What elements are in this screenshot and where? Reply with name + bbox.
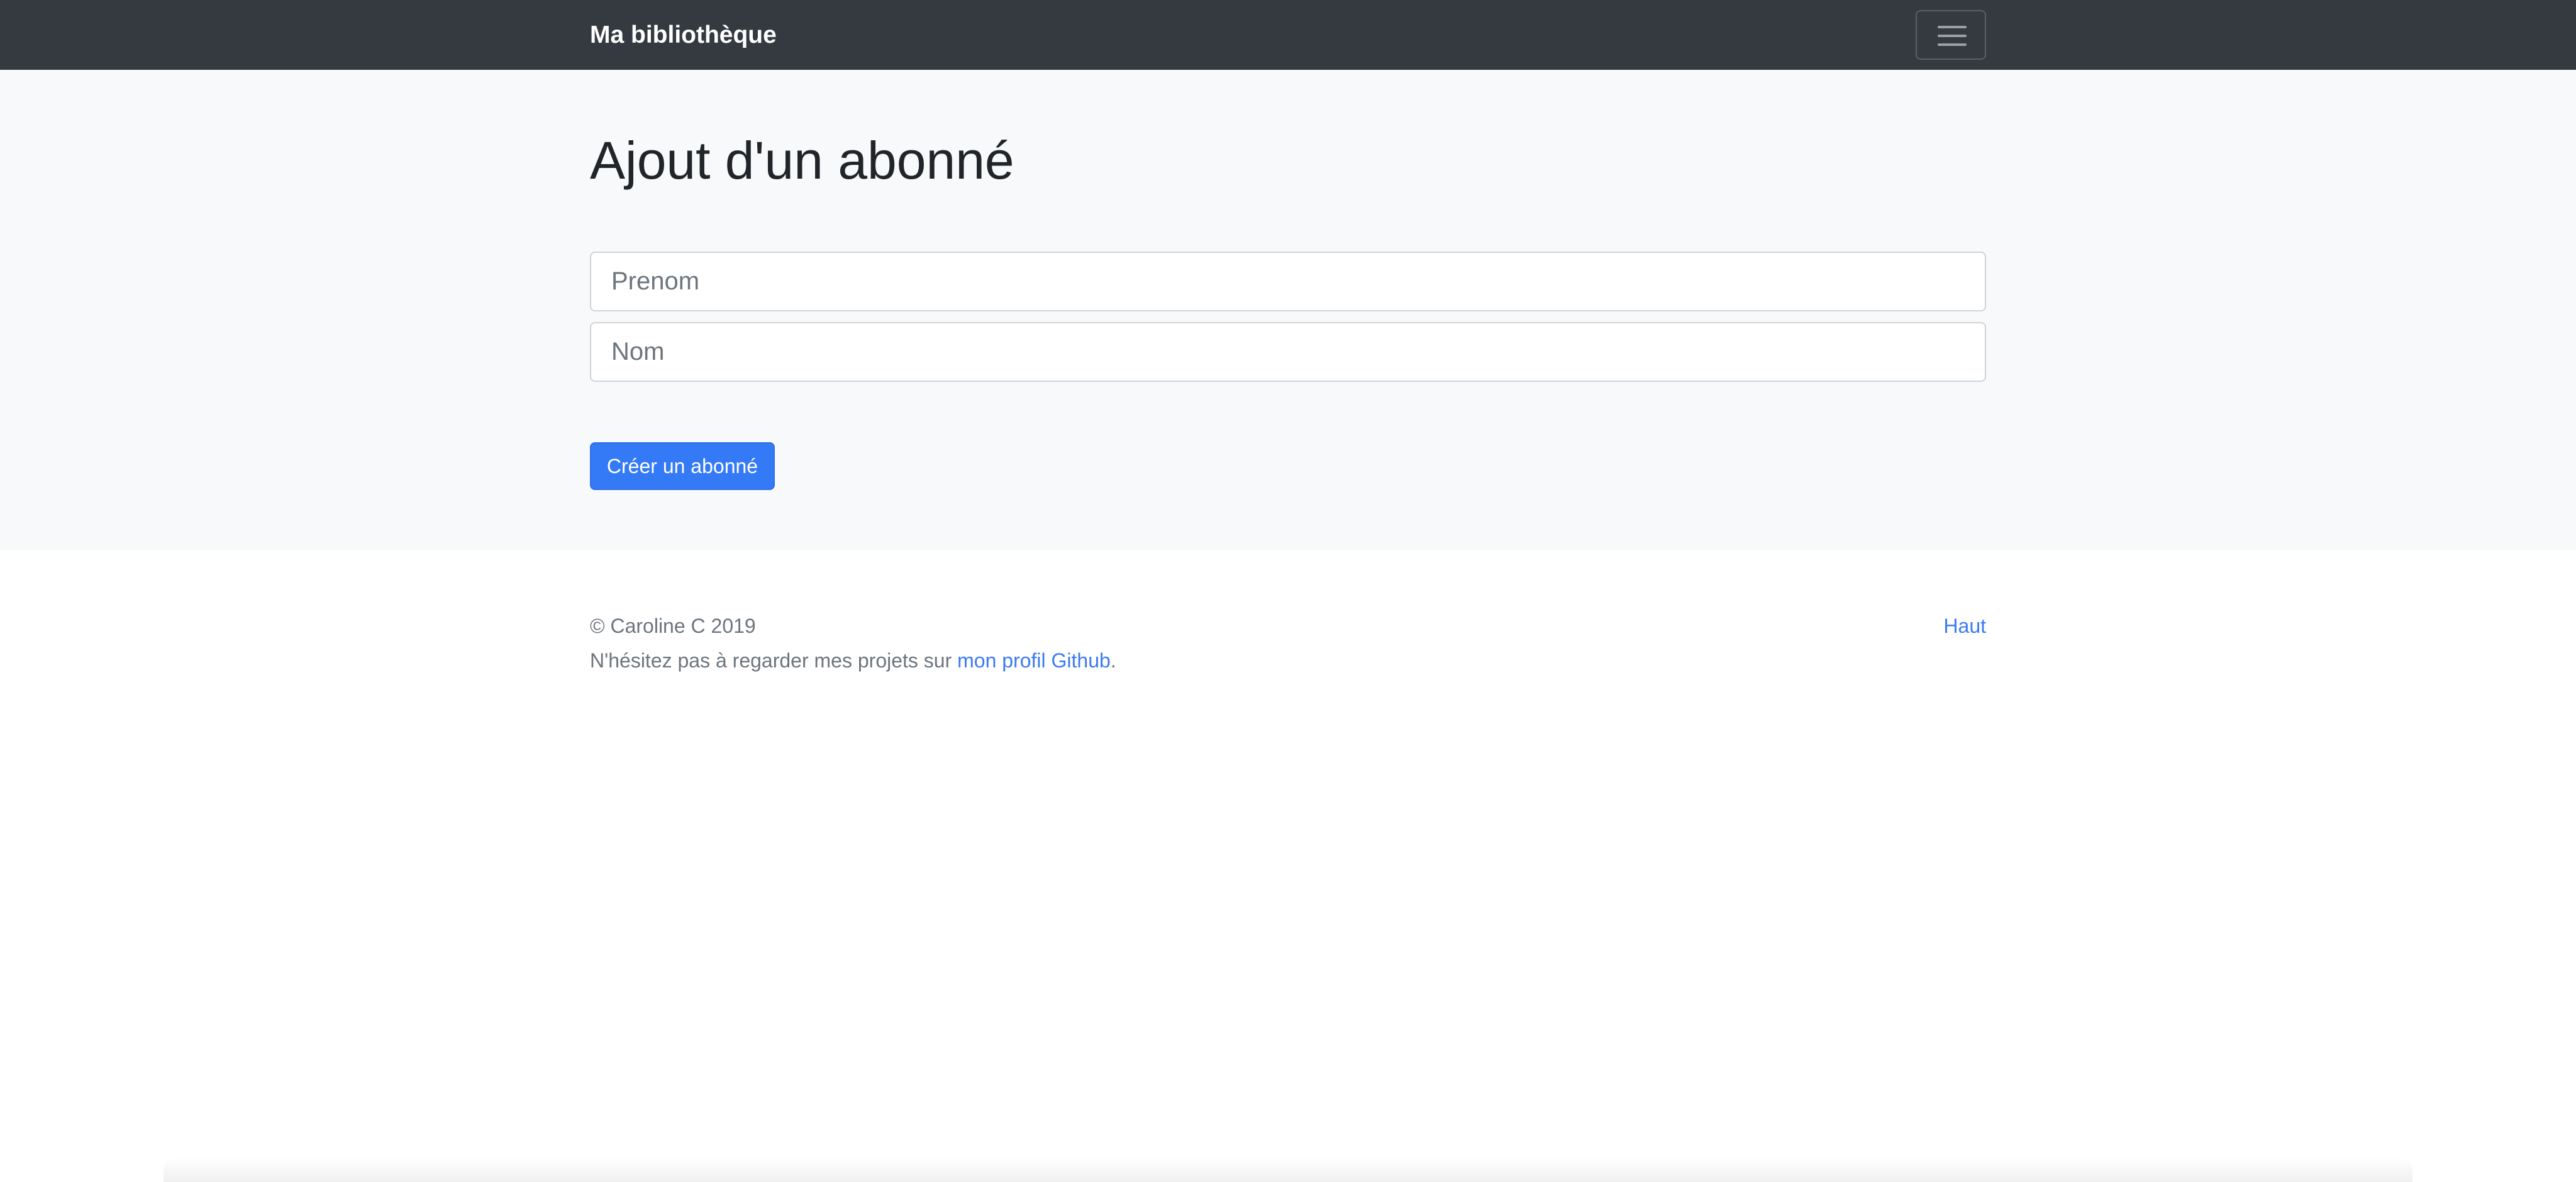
create-subscriber-button[interactable]: Créer un abonné bbox=[590, 442, 775, 490]
github-profile-link[interactable]: mon profil Github bbox=[957, 649, 1111, 672]
back-to-top-link[interactable]: Haut bbox=[1943, 613, 1986, 638]
first-name-input[interactable] bbox=[590, 252, 1986, 311]
navbar-toggler-button[interactable] bbox=[1916, 10, 1986, 60]
navbar: Ma bibliothèque bbox=[0, 0, 2576, 70]
bottom-shadow-divider bbox=[164, 1157, 2412, 1182]
footer-message: N'hésitez pas à regarder mes projets sur… bbox=[590, 648, 1116, 673]
footer-message-suffix: . bbox=[1110, 649, 1116, 672]
page-title: Ajout d'un abonné bbox=[590, 131, 1014, 190]
navbar-brand[interactable]: Ma bibliothèque bbox=[590, 19, 777, 52]
footer-message-prefix: N'hésitez pas à regarder mes projets sur bbox=[590, 649, 958, 672]
last-name-input[interactable] bbox=[590, 322, 1986, 382]
copyright-text: © Caroline C 2019 bbox=[590, 615, 756, 637]
